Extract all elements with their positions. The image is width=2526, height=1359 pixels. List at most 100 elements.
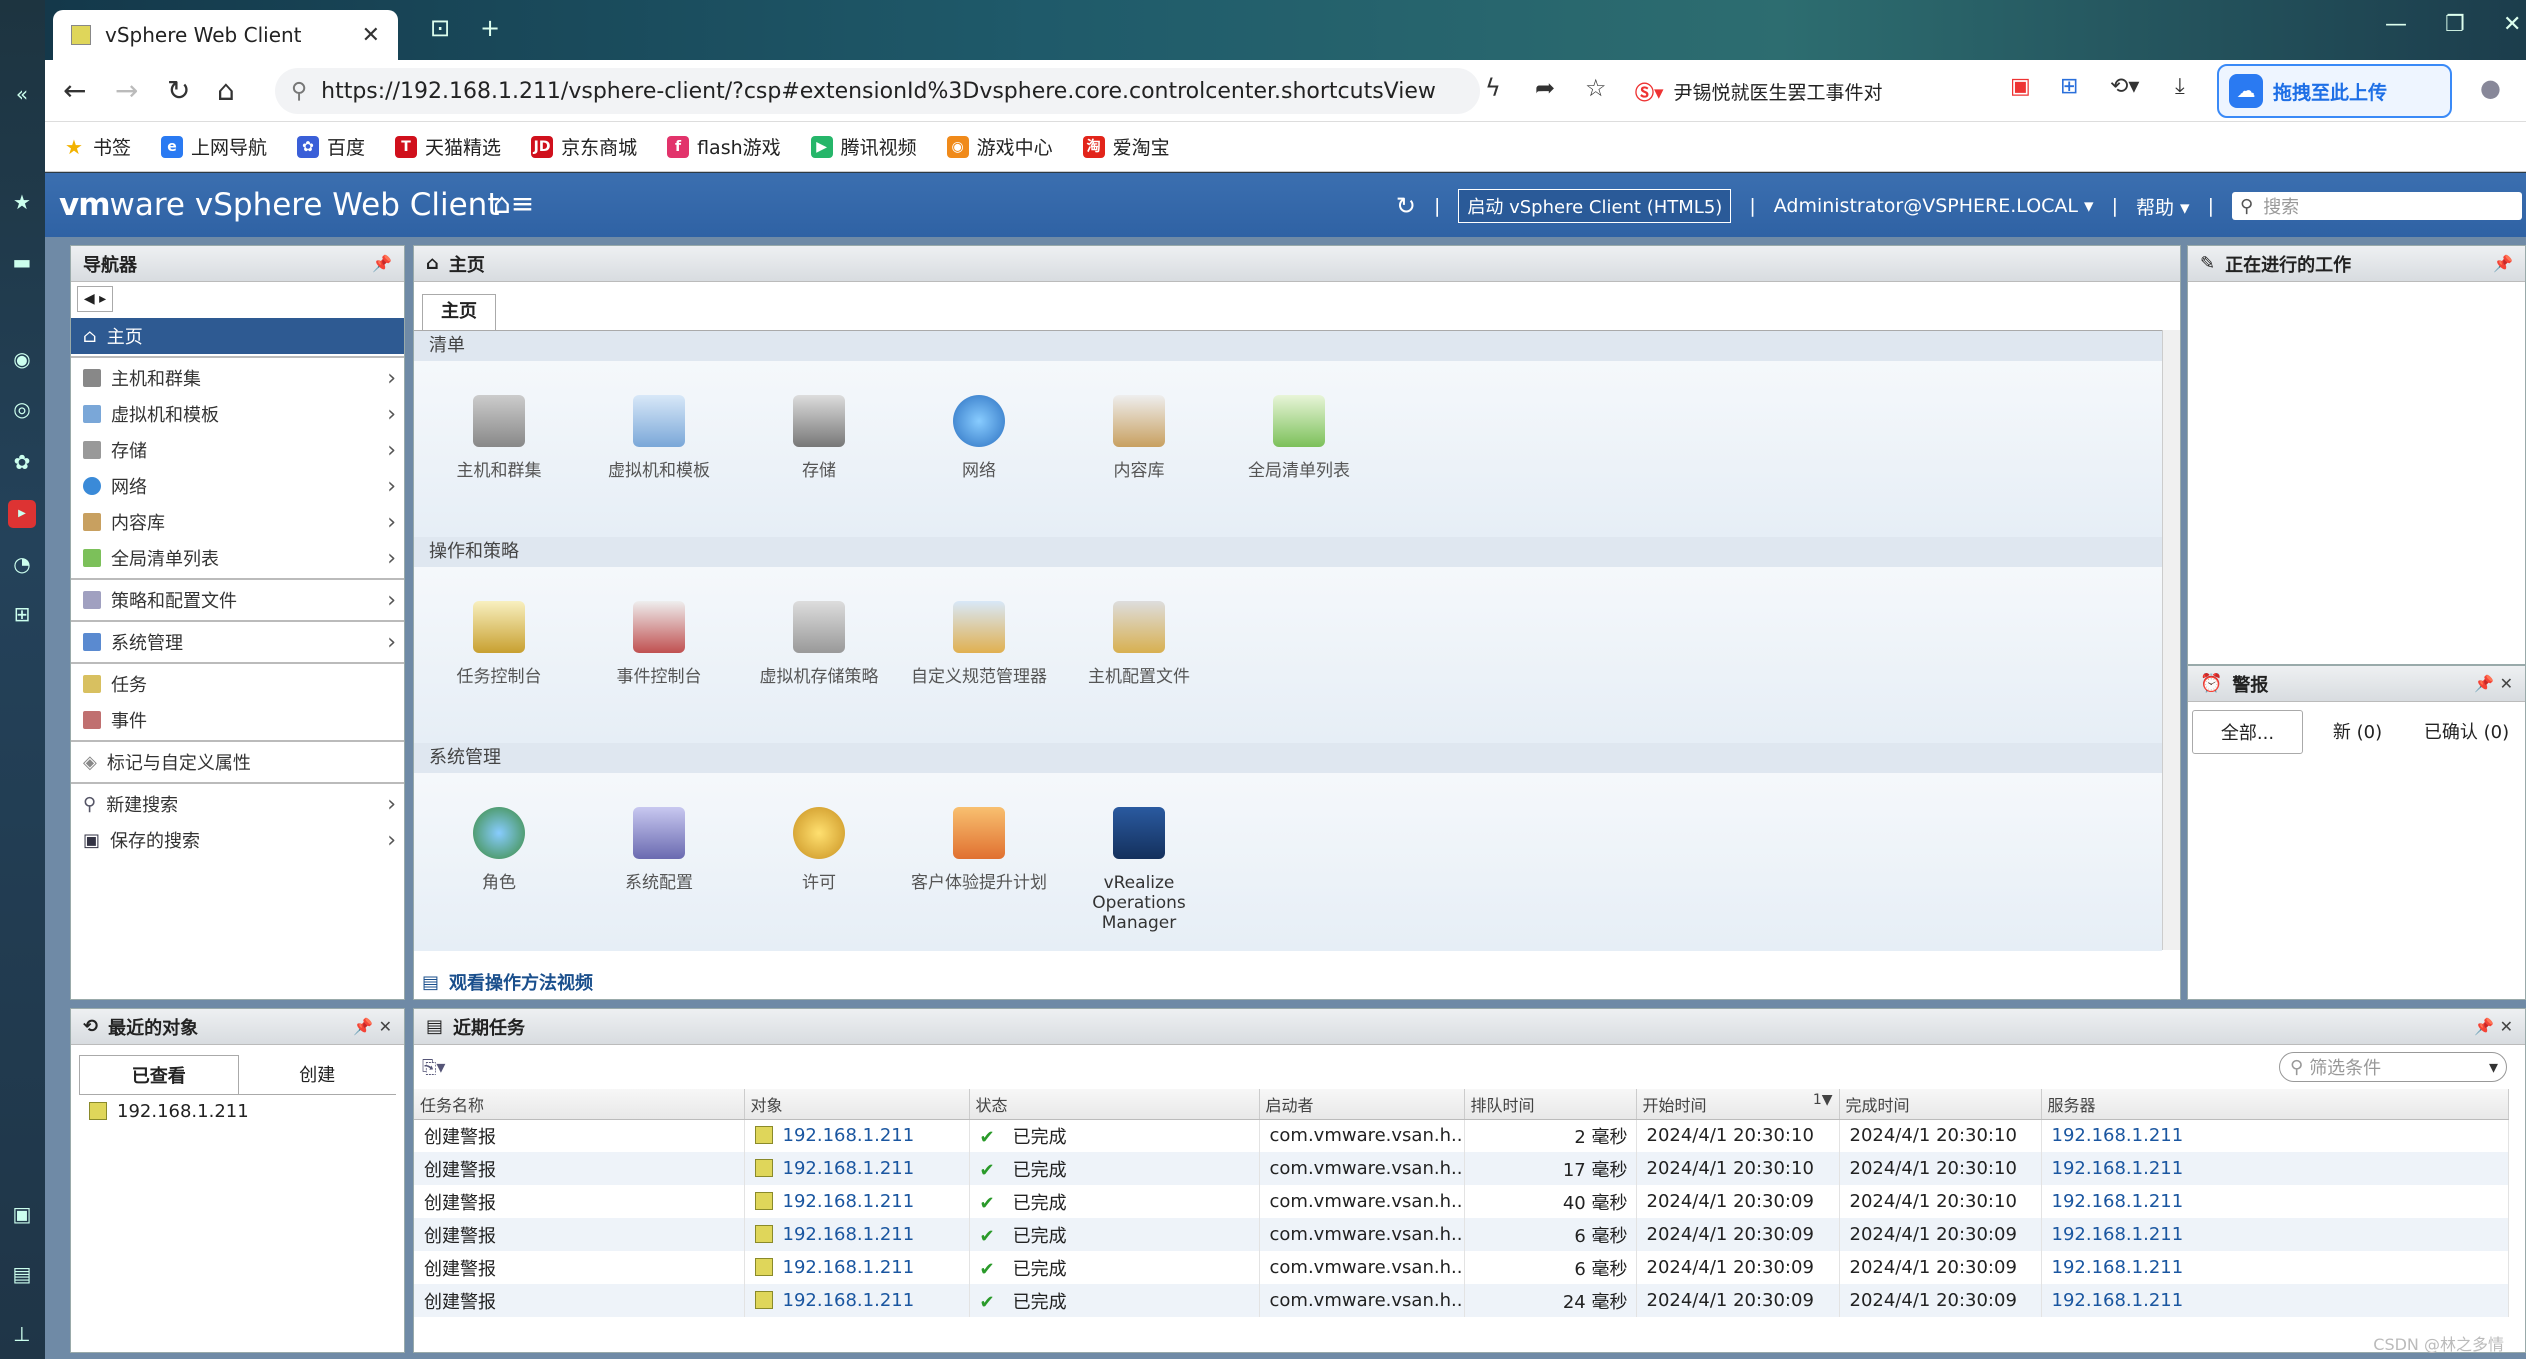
object-link[interactable]: 192.168.1.211: [783, 1158, 915, 1179]
tile-system-config[interactable]: 系统配置: [589, 807, 729, 893]
back-icon[interactable]: ←: [63, 74, 86, 107]
column-header[interactable]: 对象: [744, 1089, 970, 1120]
tile-content-library[interactable]: 内容库: [1069, 395, 1209, 481]
nav-item-new-search[interactable]: ⚲ 新建搜索 ›: [71, 786, 404, 822]
column-header[interactable]: 完成时间: [1839, 1089, 2042, 1120]
pin-icon[interactable]: 📌: [2493, 254, 2513, 273]
tile-global-inventory[interactable]: 全局清单列表: [1229, 395, 1369, 481]
tab-all-alarms[interactable]: 全部...: [2192, 710, 2303, 754]
upload-button[interactable]: ☁ 拖拽至此上传: [2217, 64, 2452, 118]
tab-viewed[interactable]: 已查看: [79, 1055, 239, 1094]
object-link[interactable]: 192.168.1.211: [783, 1125, 915, 1146]
home-scrollbar[interactable]: [2162, 330, 2180, 950]
browser-app-icon[interactable]: ◎: [8, 395, 36, 423]
tab-manager-icon[interactable]: ⊡: [430, 14, 450, 42]
table-row[interactable]: 创建警报 192.168.1.211 ✔ 已完成 com.vmware.vsan.h..…: [414, 1218, 2509, 1251]
window-close-icon[interactable]: ✕: [2503, 12, 2521, 37]
nav-item-global-inventory[interactable]: 全局清单列表 ›: [71, 540, 404, 576]
folder-icon[interactable]: ▬: [8, 248, 36, 276]
column-header[interactable]: 服务器: [2041, 1089, 2509, 1120]
nav-item-home[interactable]: ⌂ 主页: [71, 318, 404, 354]
paw-icon[interactable]: ✿: [8, 448, 36, 476]
refresh-icon[interactable]: ↻: [1396, 192, 1416, 220]
column-header[interactable]: 任务名称: [414, 1089, 745, 1120]
video-app-icon[interactable]: ▶: [8, 500, 36, 528]
tile-hosts-clusters[interactable]: 主机和群集: [429, 395, 569, 481]
url-field[interactable]: ⚲ https://192.168.1.211/vsphere-client/?…: [275, 68, 1480, 114]
object-link[interactable]: 192.168.1.211: [783, 1290, 915, 1311]
tile-ceip[interactable]: 客户体验提升计划: [909, 807, 1049, 893]
restore-icon[interactable]: ❐: [2445, 12, 2465, 37]
task-filter-menu-icon[interactable]: ⎘▾: [422, 1057, 445, 1078]
pin-icon[interactable]: 📌 ✕: [2474, 674, 2513, 693]
lightning-icon[interactable]: ϟ: [1485, 74, 1501, 102]
column-header[interactable]: 开始时间 1▼: [1636, 1089, 1840, 1120]
object-link[interactable]: 192.168.1.211: [783, 1224, 915, 1245]
nav-item-saved-search[interactable]: ▣ 保存的搜索 ›: [71, 822, 404, 858]
star-icon[interactable]: ★: [8, 188, 36, 216]
tile-event-console[interactable]: 事件控制台: [589, 601, 729, 687]
home-icon[interactable]: ⌂: [217, 74, 235, 107]
tab-home[interactable]: 主页: [422, 294, 496, 330]
nav-item-policies[interactable]: 策略和配置文件 ›: [71, 582, 404, 618]
tile-storage[interactable]: 存储: [749, 395, 889, 481]
forward-icon[interactable]: →: [115, 74, 138, 107]
minimize-icon[interactable]: —: [2385, 12, 2407, 37]
nav-item-tasks[interactable]: 任务: [71, 666, 404, 702]
table-row[interactable]: 创建警报 192.168.1.211 ✔ 已完成 com.vmware.vsan.h..…: [414, 1185, 2509, 1218]
global-search-input[interactable]: ⚲ 搜索: [2232, 192, 2522, 220]
object-cell[interactable]: 192.168.1.211: [744, 1119, 970, 1152]
profile-icon[interactable]: ●: [2480, 74, 2501, 102]
bookmark-item[interactable]: 淘爱淘宝: [1082, 133, 1170, 160]
nav-item-tags[interactable]: ◈ 标记与自定义属性: [71, 744, 404, 780]
reload-icon[interactable]: ↻: [167, 74, 190, 107]
collapse-icon[interactable]: «: [8, 80, 36, 108]
bookmark-item[interactable]: ✿ 百度: [297, 133, 365, 160]
column-header[interactable]: 排队时间: [1464, 1089, 1637, 1120]
add-icon[interactable]: ⊞: [8, 600, 36, 628]
table-row[interactable]: 创建警报 192.168.1.211 ✔ 已完成 com.vmware.vsan.h..…: [414, 1284, 2509, 1317]
tile-roles[interactable]: 角色: [429, 807, 569, 893]
clock-icon[interactable]: ◔: [8, 550, 36, 578]
tile-licensing[interactable]: 许可: [749, 807, 889, 893]
tab-created[interactable]: 创建: [239, 1055, 397, 1094]
nav-item-storage[interactable]: 存储 ›: [71, 432, 404, 468]
pin-icon[interactable]: 📌: [372, 254, 392, 273]
tab-acknowledged-alarms[interactable]: 已确认 (0): [2412, 710, 2521, 754]
tile-vm-storage-policy[interactable]: 虚拟机存储策略: [749, 601, 889, 687]
tab-new-alarms[interactable]: 新 (0): [2303, 710, 2412, 754]
home-menu-icon[interactable]: ⌂≡: [493, 187, 534, 220]
object-cell[interactable]: 192.168.1.211: [744, 1218, 970, 1251]
search-app-icon[interactable]: ◉: [8, 345, 36, 373]
bookmark-item[interactable]: f flash游戏: [667, 133, 781, 160]
pdf-icon[interactable]: ▣: [2010, 74, 2031, 99]
bookmark-item[interactable]: T 天猫精选: [395, 133, 501, 160]
bookmark-item[interactable]: e 上网导航: [161, 133, 267, 160]
user-menu[interactable]: Administrator@VSPHERE.LOCAL ▾: [1774, 195, 2094, 217]
howto-video-link[interactable]: ▤ 观看操作方法视频: [422, 969, 593, 995]
share-icon[interactable]: ➦: [1535, 74, 1555, 102]
news-extension[interactable]: Ⓢ▾ 尹锡悦就医生罢工事件对: [1635, 68, 1995, 114]
pin-icon[interactable]: 📌 ✕: [353, 1017, 392, 1036]
tile-task-console[interactable]: 任务控制台: [429, 601, 569, 687]
pin-icon[interactable]: 📌 ✕: [2474, 1017, 2513, 1036]
server-cell[interactable]: 192.168.1.211: [2041, 1185, 2509, 1218]
table-row[interactable]: 创建警报 192.168.1.211 ✔ 已完成 com.vmware.vsan.h..…: [414, 1251, 2509, 1284]
server-cell[interactable]: 192.168.1.211: [2041, 1284, 2509, 1317]
object-cell[interactable]: 192.168.1.211: [744, 1251, 970, 1284]
history-icon[interactable]: ⟲▾: [2110, 74, 2139, 99]
server-cell[interactable]: 192.168.1.211: [2041, 1251, 2509, 1284]
nav-item-administration[interactable]: 系统管理 ›: [71, 624, 404, 660]
filter-input[interactable]: ⚲ 筛选条件 ▾: [2279, 1052, 2507, 1082]
tile-host-profiles[interactable]: 主机配置文件: [1069, 601, 1209, 687]
bookmark-item[interactable]: ★ 书签: [63, 133, 131, 160]
briefcase-icon[interactable]: ▤: [8, 1260, 36, 1288]
browser-tab[interactable]: vSphere Web Client ✕: [53, 10, 398, 60]
translate-icon[interactable]: ⊞: [2060, 74, 2078, 99]
nav-item-content-library[interactable]: 内容库 ›: [71, 504, 404, 540]
media-icon[interactable]: ▣: [8, 1200, 36, 1228]
bookmark-item[interactable]: JD 京东商城: [531, 133, 637, 160]
column-header[interactable]: 状态: [969, 1089, 1260, 1120]
new-tab-icon[interactable]: +: [480, 14, 500, 42]
object-link[interactable]: 192.168.1.211: [783, 1257, 915, 1278]
